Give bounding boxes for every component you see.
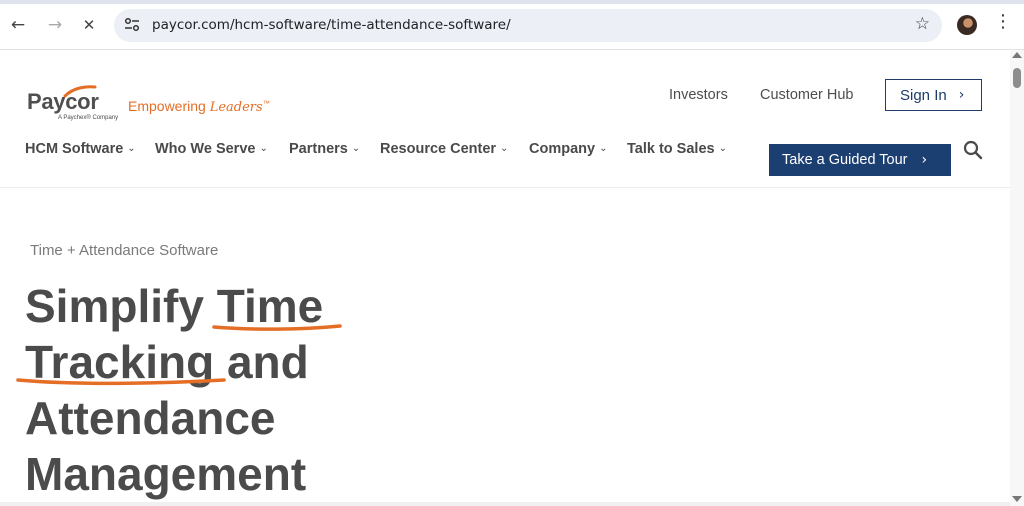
search-icon[interactable] <box>963 140 983 160</box>
chevron-down-icon: ⌄ <box>127 143 136 154</box>
guided-tour-label: Take a Guided Tour <box>782 152 908 168</box>
bookmark-star-icon[interactable]: ☆ <box>915 14 930 34</box>
browser-toolbar: ← → ✕ paycor.com/hcm-software/time-atten… <box>0 0 1024 50</box>
nav-hcm-software[interactable]: HCM Software ⌄ <box>25 141 136 157</box>
page-scrollbar[interactable] <box>1010 50 1024 506</box>
tab-strip-edge <box>0 0 1024 4</box>
profile-avatar[interactable] <box>957 15 977 35</box>
chevron-down-icon: ⌄ <box>500 143 509 154</box>
header-divider <box>0 187 1010 188</box>
hero-headline: Simplify Time Tracking and Attendance Ma… <box>25 278 445 502</box>
scroll-up-arrow-icon[interactable] <box>1012 52 1022 58</box>
headline-line: Management <box>25 448 307 500</box>
nav-resource-center[interactable]: Resource Center ⌄ <box>380 141 508 157</box>
paycor-logo[interactable]: Paycor A Paychex® Company Empowering Lea… <box>27 85 270 126</box>
browser-menu-icon[interactable]: ⋮ <box>994 13 1012 31</box>
address-bar[interactable]: paycor.com/hcm-software/time-attendance-… <box>114 9 942 42</box>
hero-eyebrow: Time + Attendance Software <box>30 242 219 259</box>
forward-icon[interactable]: → <box>42 12 68 38</box>
chevron-down-icon: ⌄ <box>599 143 608 154</box>
nav-talk-to-sales[interactable]: Talk to Sales ⌄ <box>627 141 727 157</box>
chevron-right-icon: › <box>921 152 928 168</box>
investors-link[interactable]: Investors <box>669 87 728 103</box>
logo-tagline: Empowering Leaders™ <box>128 98 270 115</box>
sign-in-button[interactable]: Sign In › <box>885 79 982 111</box>
nav-company[interactable]: Company ⌄ <box>529 141 607 157</box>
nav-partners[interactable]: Partners ⌄ <box>289 141 360 157</box>
headline-line: Attendance <box>25 392 276 444</box>
logo-swoosh-icon <box>63 85 97 98</box>
chevron-down-icon: ⌄ <box>351 143 361 154</box>
headline-underline-decoration <box>16 378 226 386</box>
stop-loading-icon[interactable]: ✕ <box>76 12 102 38</box>
chevron-down-icon: ⌄ <box>259 143 268 154</box>
url-text[interactable]: paycor.com/hcm-software/time-attendance-… <box>152 17 511 33</box>
nav-who-we-serve[interactable]: Who We Serve ⌄ <box>155 141 268 157</box>
chevron-down-icon: ⌄ <box>718 143 727 154</box>
back-icon[interactable]: ← <box>5 12 31 38</box>
logo-subtitle: A Paychex® Company <box>58 115 119 121</box>
customer-hub-link[interactable]: Customer Hub <box>760 87 853 103</box>
chevron-right-icon: › <box>958 87 965 103</box>
guided-tour-button[interactable]: Take a Guided Tour › <box>769 144 951 176</box>
sign-in-label: Sign In <box>900 86 947 104</box>
scroll-down-arrow-icon[interactable] <box>1012 496 1022 502</box>
headline-underline-decoration <box>212 324 342 331</box>
site-info-icon[interactable] <box>122 15 142 35</box>
page-bottom-edge <box>0 502 1010 506</box>
scrollbar-thumb[interactable] <box>1013 68 1021 88</box>
